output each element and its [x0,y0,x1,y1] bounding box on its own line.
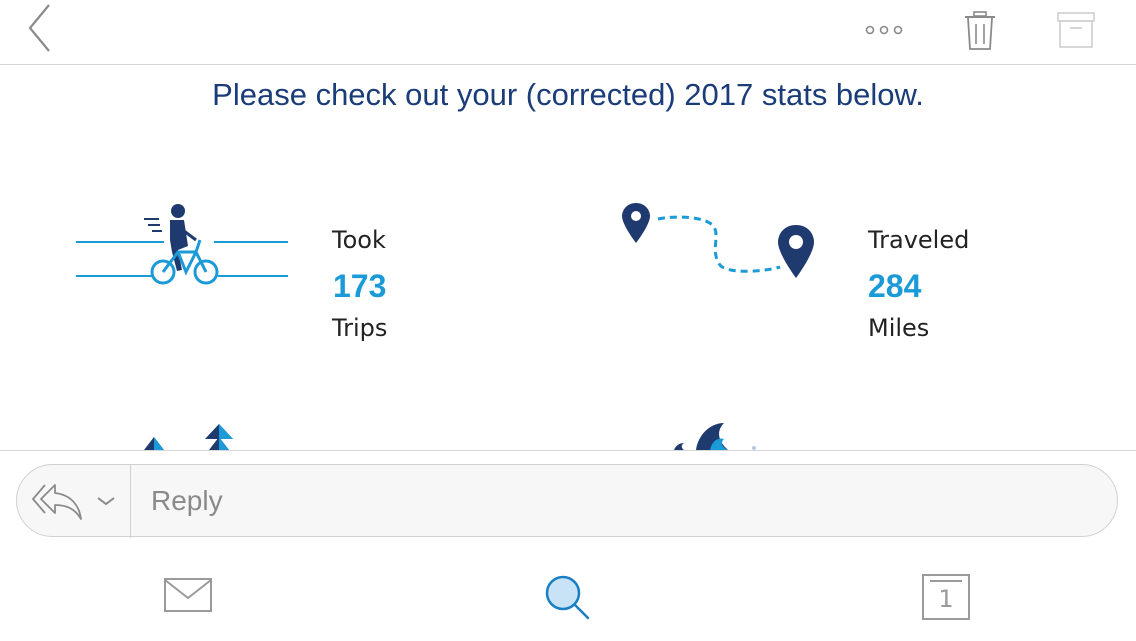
calendar-day-number: 1 [938,585,954,613]
delete-button[interactable] [960,10,1000,52]
waves-illustration [668,421,768,450]
stat-trips-label-top: Took [332,226,386,254]
stat-trips-value: 173 [333,268,387,304]
trash-icon [965,11,995,50]
bike-rider-icon [76,204,288,285]
trees-illustration [138,423,268,450]
stat-miles-value: 284 [868,268,922,304]
back-button[interactable] [22,2,58,54]
archive-icon [1057,12,1095,48]
top-toolbar [0,0,1136,65]
message-body: Please check out your (corrected) 2017 s… [0,65,1136,450]
tab-mail[interactable] [160,574,216,616]
search-icon [545,575,590,620]
reply-bar [16,464,1118,538]
reply-divider [130,465,131,538]
reply-area: 1 [0,450,1136,641]
message-headline: Please check out your (corrected) 2017 s… [212,77,924,112]
reply-input[interactable] [151,483,1051,519]
stat-miles-illustration [618,201,818,283]
stat-trips-illustration [74,200,290,290]
archive-button[interactable] [1054,11,1098,51]
stat-miles-label-top: Traveled [868,226,970,254]
trees-icon [144,424,233,450]
reply-options-button[interactable] [95,493,117,509]
wave-icon [674,423,756,450]
more-dots-icon [865,25,903,35]
tab-search[interactable] [542,573,594,621]
chevron-down-icon [97,497,115,506]
more-button[interactable] [862,20,906,40]
stat-miles-label-bottom: Miles [868,314,930,342]
chevron-left-icon [28,4,50,52]
mail-icon [164,578,212,612]
reply-button[interactable] [31,481,85,521]
stat-trips-label-bottom: Trips [332,314,388,342]
route-map-icon [622,203,814,278]
tab-calendar[interactable]: 1 [920,573,972,621]
reply-all-icon [31,484,82,520]
